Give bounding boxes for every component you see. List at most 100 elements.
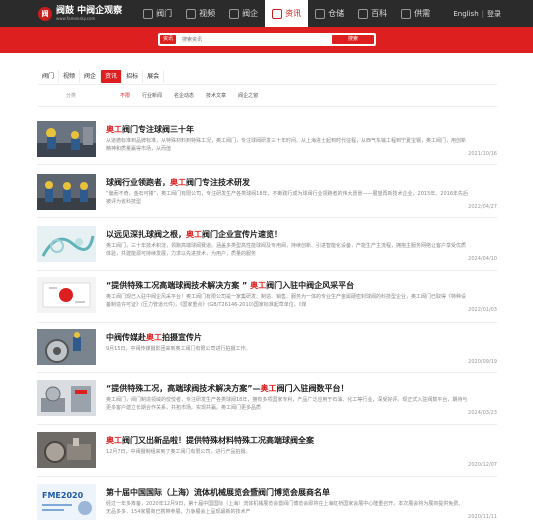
article-thumbnail[interactable]: FME2020: [37, 484, 96, 520]
search-input[interactable]: [182, 35, 323, 44]
article-thumbnail[interactable]: [37, 277, 96, 313]
nav-item-label: 阀门: [156, 9, 173, 18]
divider: [37, 164, 497, 165]
article-thumbnail[interactable]: [37, 432, 96, 468]
article-title[interactable]: 以远见深扎球阀之根，奥工阀门企业宣传片速览！: [106, 229, 282, 240]
article-item[interactable]: 中阀传媒赴奥工拍摄宣传片 9月15日，中阀传媒摄影团来到奥工阀门有限公司进行拍摄…: [37, 329, 497, 375]
encyclopedia-icon: [358, 8, 369, 19]
article-item[interactable]: “提供特殊工况高端球阀技术解决方案 ” 奥工阀门入驻中阀企风采平台 奥工阀门现已…: [37, 277, 497, 323]
logo-text: 阀鼓 中阀企观察 www.famensky.com: [56, 6, 122, 21]
article-snippet: 经过一年多筹备，2020年12月9日，第十届中国国际（上海）流体机械展览会暨阀门…: [106, 501, 464, 515]
nav-item-label: 阀企: [242, 9, 259, 18]
title-highlight: 奥工: [260, 384, 277, 393]
separator: |: [481, 9, 484, 18]
tab-company[interactable]: 阀企: [80, 70, 102, 83]
filter-tech-articles[interactable]: 技术文章: [206, 92, 226, 99]
tab-exhibition[interactable]: 展会: [143, 70, 165, 83]
logo-url-text: www.famensky.com: [56, 16, 96, 21]
tab-video[interactable]: 视频: [59, 70, 81, 83]
article-snippet: 从道德标准到品牌标准，从特殊材料到特殊工况，奥工阀门，专注球阀研发三十年时间。从…: [106, 138, 467, 152]
article-title[interactable]: “提供特殊工况高端球阀技术解决方案 ” 奥工阀门入驻中阀企风采平台: [106, 280, 354, 291]
title-suffix: 阀门入驻阀数平台！: [276, 384, 349, 393]
nav-item-video[interactable]: 视频: [179, 0, 222, 27]
title-prefix: “提供特殊工况，高端球阀技术解决方案”—: [106, 384, 261, 393]
article-title[interactable]: “提供特殊工况，高端球阀技术解决方案”—奥工阀门入驻阀数平台！: [106, 383, 349, 394]
article-item[interactable]: 球阀行业领跑者，奥工阀门专注技术研发 “偏而不奇，金石可镂”，奥工阀门有限公司，…: [37, 174, 497, 220]
article-thumbnail[interactable]: [37, 380, 96, 416]
article-item[interactable]: 奥工阀门专注球阀三十年 从道德标准到品牌标准，从特殊材料到特殊工况，奥工阀门，专…: [37, 121, 497, 167]
logo-main-text: 阀鼓 中阀企观察: [56, 6, 123, 16]
nav-item-label: 视频: [199, 9, 216, 18]
search-category-tag[interactable]: 资讯: [160, 35, 177, 44]
article-date: 2020/12/07: [468, 462, 497, 468]
title-suffix: 阀门专注技术研发: [186, 178, 250, 187]
article-title[interactable]: 第十届中国国际（上海）流体机械展览会暨阀门博览会展商名单: [106, 487, 330, 498]
top-nav-bar: 阀 阀鼓 中阀企观察 www.famensky.com 阀门 视频 阀企 资讯 …: [0, 0, 533, 27]
nav-item-label: 仓储: [328, 9, 345, 18]
valve-icon: [143, 8, 154, 19]
article-date: 2021/10/16: [468, 151, 497, 157]
article-title[interactable]: 奥工阀门又出新品啦！提供特殊材料特殊工况高端球阀全案: [106, 435, 314, 446]
article-snippet: 奥工阀门，阀门制造领域的佼佼者，专注研发生产各类球阀18年，拥有多项国家专利，产…: [106, 397, 468, 411]
article-date: 2020/09/19: [468, 359, 497, 365]
article-date: 2022/04/27: [468, 204, 497, 210]
nav-item-label: 供需: [414, 9, 431, 18]
search-button[interactable]: 搜索: [332, 35, 374, 44]
article-snippet: 奥工阀门，三十年技术积淀，领跑高端球阀赛道。涵盖多类型高性能球阀及专用阀，持续创…: [106, 243, 467, 257]
nav-item-valve[interactable]: 阀门: [136, 0, 179, 27]
title-prefix: 中阀传媒赴: [106, 333, 146, 342]
divider: [37, 270, 497, 271]
article-thumbnail[interactable]: [37, 174, 96, 210]
article-date: 2024/04/10: [468, 256, 497, 262]
title-suffix: 拍摄宣传片: [162, 333, 202, 342]
divider: [37, 322, 497, 323]
language-link[interactable]: English: [453, 10, 478, 18]
title-prefix: 第十届中国国际（上海）流体机械展览会暨阀门博览会展商名单: [106, 488, 330, 497]
logo-badge: 阀: [38, 6, 52, 21]
article-item[interactable]: 奥工阀门又出新品啦！提供特殊材料特殊工况高端球阀全案 12月7日，中阀摄制组来到…: [37, 432, 497, 478]
filter-industry-news[interactable]: 行业新闻: [142, 92, 162, 99]
article-title[interactable]: 奥工阀门专注球阀三十年: [106, 124, 194, 135]
nav-item-warehouse[interactable]: 仓储: [308, 0, 351, 27]
article-thumbnail[interactable]: [37, 329, 96, 365]
nav-item-supply[interactable]: 供需: [394, 0, 437, 27]
news-icon: [272, 8, 283, 19]
category-panel: 阀门 视频 阀企 资讯 招标 展会 分类 不限 行业新闻 名企动态 技术文章 阀…: [38, 69, 497, 107]
divider: [37, 372, 497, 373]
article-thumbnail[interactable]: [37, 121, 96, 157]
login-link[interactable]: 登录: [487, 9, 501, 19]
article-title[interactable]: 球阀行业领跑者，奥工阀门专注技术研发: [106, 177, 250, 188]
article-thumbnail[interactable]: [37, 226, 96, 262]
nav-item-news[interactable]: 资讯: [265, 0, 309, 27]
title-prefix: “提供特殊工况高端球阀技术解决方案 ”: [106, 281, 251, 290]
title-highlight: 奥工: [106, 125, 122, 134]
svg-text:FME2020: FME2020: [42, 491, 84, 500]
tab-news[interactable]: 资讯: [101, 70, 123, 83]
nav-item-encyclopedia[interactable]: 百科: [351, 0, 394, 27]
article-title[interactable]: 中阀传媒赴奥工拍摄宣传片: [106, 332, 202, 343]
tab-tender[interactable]: 招标: [122, 70, 144, 83]
tab-valve[interactable]: 阀门: [38, 70, 60, 83]
article-item[interactable]: 以远见深扎球阀之根，奥工阀门企业宣传片速览！ 奥工阀门，三十年技术积淀，领跑高端…: [37, 226, 497, 272]
article-date: 2022/01/03: [468, 307, 497, 313]
nav-item-label: 百科: [371, 9, 388, 18]
title-prefix: 球阀行业领跑者，: [106, 178, 170, 187]
category-tabs: 阀门 视频 阀企 资讯 招标 展会: [38, 69, 497, 85]
title-highlight: 奥工: [146, 333, 162, 342]
article-item[interactable]: “提供特殊工况，高端球阀技术解决方案”—奥工阀门入驻阀数平台！ 奥工阀门，阀门制…: [37, 380, 497, 426]
title-prefix: 以远见深扎球阀之根，: [106, 230, 186, 239]
site-logo[interactable]: 阀 阀鼓 中阀企观察 www.famensky.com: [0, 0, 122, 27]
filter-row: 分类 不限 行业新闻 名企动态 技术文章 阀企之窗: [38, 85, 497, 105]
filter-company-news[interactable]: 名企动态: [174, 92, 194, 99]
divider: [37, 217, 497, 218]
article-date: 2020/11/11: [468, 514, 497, 520]
filter-all[interactable]: 不限: [120, 92, 130, 99]
video-icon: [186, 8, 197, 19]
main-nav: 阀门 视频 阀企 资讯 仓储 百科 供需: [136, 0, 437, 27]
article-item[interactable]: FME2020 第十届中国国际（上海）流体机械展览会暨阀门博览会展商名单 经过一…: [37, 484, 497, 529]
divider: [37, 476, 497, 477]
nav-item-company[interactable]: 阀企: [222, 0, 265, 27]
article-date: 2024/03/23: [468, 410, 497, 416]
filter-company-window[interactable]: 阀企之窗: [238, 92, 258, 99]
nav-item-label: 资讯: [285, 9, 302, 18]
